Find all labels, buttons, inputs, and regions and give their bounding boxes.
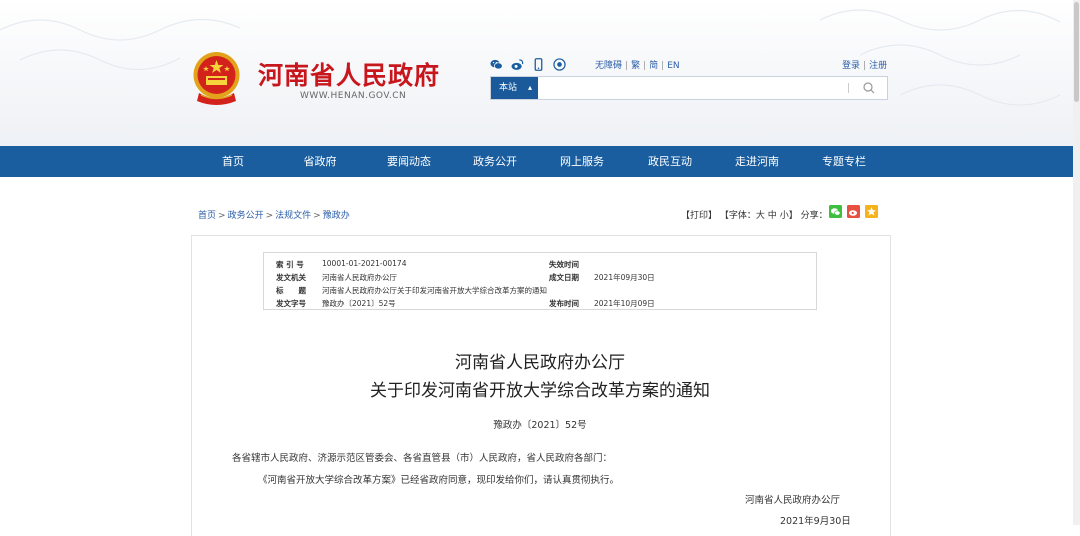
font-small-button[interactable]: 小 [780, 211, 789, 221]
meta-created-value: 2021年09月30日 [594, 273, 655, 282]
nav-item-open-government[interactable]: 政务公开 [468, 146, 522, 177]
document-title-line2: 关于印发河南省开放大学综合改革方案的通知 [370, 381, 710, 401]
document-number: 豫政办〔2021〕52号 [493, 420, 587, 431]
nav-item-home[interactable]: 首页 [212, 146, 254, 177]
print-button[interactable]: 【打印】 [681, 211, 717, 221]
scrollbar-thumb[interactable] [1074, 2, 1079, 102]
share-icons [829, 205, 878, 218]
social-icons [490, 57, 566, 71]
meta-publish-label: 发布时间 [549, 299, 579, 308]
article-toolbar: 首页 > 政务公开 > 法规文件 > 豫政办 【打印】 【字体：大 中 小】 分享： [191, 205, 889, 223]
article-tools: 【打印】 【字体：大 中 小】 分享： [681, 208, 828, 221]
meta-index-value: 10001-01-2021-00174 [322, 259, 407, 268]
search-input[interactable] [541, 78, 845, 100]
font-medium-button[interactable]: 中 [768, 211, 777, 221]
cloud-pattern [0, 9, 1061, 106]
qzone-share-icon[interactable] [865, 205, 878, 218]
search-bar: 本站 ▴ [490, 76, 888, 100]
national-emblem-icon [193, 52, 240, 105]
document-signer: 河南省人民政府办公厅 [745, 495, 841, 506]
wechat-share-icon[interactable] [829, 205, 842, 218]
nav-item-special-topics[interactable]: 专题专栏 [817, 146, 871, 177]
breadcrumb-home[interactable]: 首页 [198, 211, 216, 221]
register-link[interactable]: 注册 [869, 61, 887, 71]
share-label: 分享： [800, 211, 828, 221]
app-icon[interactable] [553, 57, 566, 71]
meta-title-label: 标 题 [276, 286, 306, 295]
auth-links: 登录 | 注册 [842, 61, 888, 71]
meta-docno-label: 发文字号 [276, 299, 306, 308]
document-addressee: 各省辖市人民政府、济源示范区管委会、各省直管县（市）人民政府，省人民政府各部门： [232, 453, 613, 464]
wechat-icon[interactable] [490, 58, 503, 71]
document-body-paragraph: 《河南省开放大学综合改革方案》已经省政府同意，现印发给你们，请认真贯彻执行。 [258, 475, 620, 486]
document-title-line1: 河南省人民政府办公厅 [455, 353, 625, 373]
meta-index-label: 索 引 号 [276, 260, 304, 269]
simplified-link[interactable]: 简 [649, 61, 658, 71]
font-size-end: 】 [788, 211, 798, 221]
meta-created-label: 成文日期 [549, 273, 579, 282]
language-links: 无障碍 | 繁 | 简 | EN [595, 61, 680, 71]
nav-item-interaction[interactable]: 政民互动 [643, 146, 697, 177]
page-scrollbar[interactable] [1073, 0, 1080, 525]
breadcrumb-open-government[interactable]: 政务公开 [228, 211, 264, 221]
sort-arrows-icon: ▴ [527, 83, 532, 92]
meta-title-value: 河南省人民政府办公厅关于印发河南省开放大学综合改革方案的通知 [322, 286, 547, 295]
site-title[interactable]: 河南省人民政府 [258, 56, 440, 92]
site-url: WWW.HENAN.GOV.CN [300, 91, 407, 101]
font-large-button[interactable]: 大 [756, 211, 765, 221]
mobile-icon[interactable] [532, 57, 545, 71]
search-icon[interactable] [859, 79, 879, 97]
breadcrumb-regulations[interactable]: 法规文件 [275, 211, 311, 221]
english-link[interactable]: EN [667, 61, 679, 71]
nav-item-news[interactable]: 要闻动态 [382, 146, 436, 177]
font-size-label: 【字体： [719, 211, 756, 221]
document-metadata-table: 索 引 号 10001-01-2021-00174 失效时间 发文机关 河南省人… [263, 252, 817, 310]
meta-valid-label: 失效时间 [549, 260, 579, 269]
accessibility-link[interactable]: 无障碍 [595, 61, 622, 71]
weibo-icon[interactable] [511, 58, 524, 71]
weibo-share-icon[interactable] [847, 205, 860, 218]
traditional-link[interactable]: 繁 [631, 61, 640, 71]
login-link[interactable]: 登录 [842, 61, 860, 71]
nav-item-about-henan[interactable]: 走进河南 [730, 146, 784, 177]
nav-item-government[interactable]: 省政府 [296, 146, 344, 177]
search-divider [848, 83, 849, 93]
meta-issuer-value: 河南省人民政府办公厅 [322, 273, 397, 282]
site-header: 河南省人民政府 WWW.HENAN.GOV.CN 无障碍 | 繁 | 简 | EN 登录 | 注… [0, 0, 1080, 146]
meta-issuer-label: 发文机关 [276, 273, 306, 282]
breadcrumb: 首页 > 政务公开 > 法规文件 > 豫政办 [198, 211, 350, 221]
nav-item-online-service[interactable]: 网上服务 [555, 146, 609, 177]
search-scope-select[interactable]: 本站 ▴ [491, 77, 538, 99]
meta-publish-value: 2021年10月09日 [594, 299, 655, 308]
search-scope-label: 本站 [499, 83, 518, 93]
main-nav: 首页 省政府 要闻动态 政务公开 网上服务 政民互动 走进河南 专题专栏 [0, 146, 1080, 177]
meta-docno-value: 豫政办〔2021〕52号 [322, 299, 396, 308]
breadcrumb-yuzhengban[interactable]: 豫政办 [323, 211, 350, 221]
